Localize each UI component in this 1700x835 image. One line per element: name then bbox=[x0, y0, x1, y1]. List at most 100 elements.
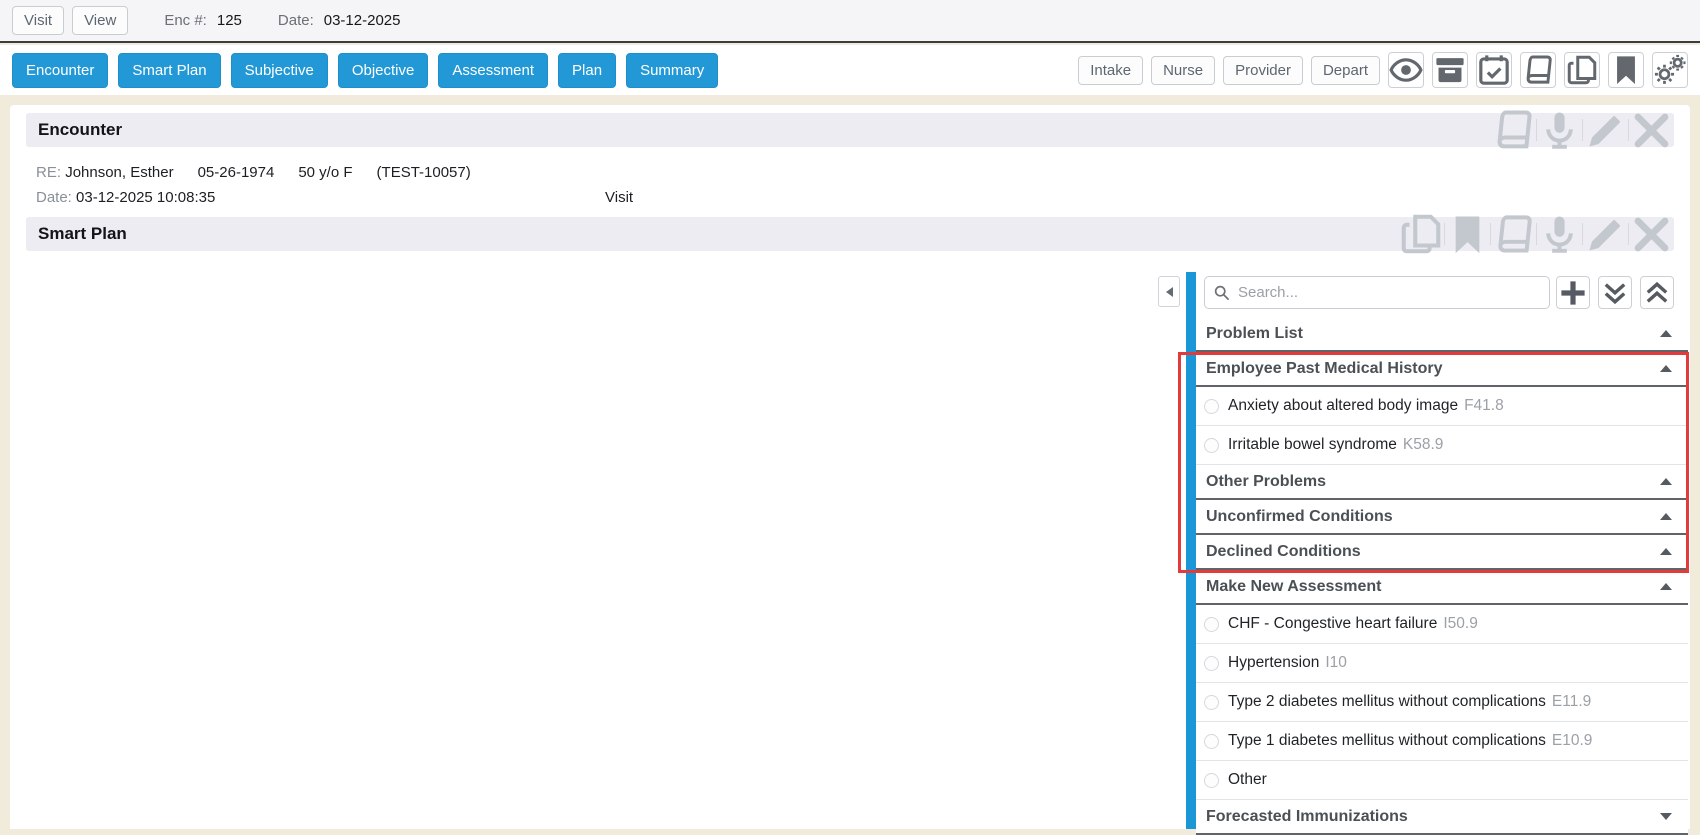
group-label: Unconfirmed Conditions bbox=[1206, 508, 1393, 526]
chevrons-down-icon bbox=[1599, 277, 1631, 309]
item-text: CHF - Congestive heart failure bbox=[1228, 615, 1437, 633]
gears-icon bbox=[1653, 53, 1687, 87]
nav-tabs: Encounter Smart Plan Subjective Objective As… bbox=[12, 53, 718, 88]
item-radio[interactable] bbox=[1204, 734, 1219, 749]
list-item-hypertension[interactable]: Hypertension I10 bbox=[1196, 644, 1688, 683]
nav-bar: Encounter Smart Plan Subjective Objective As… bbox=[0, 45, 1700, 95]
tab-subjective[interactable]: Subjective bbox=[231, 53, 328, 88]
copy-icon bbox=[1398, 211, 1444, 257]
item-radio[interactable] bbox=[1204, 399, 1219, 414]
book-button[interactable] bbox=[1520, 52, 1556, 88]
mic-icon bbox=[1537, 108, 1582, 153]
encounter-section-bar: Encounter bbox=[26, 113, 1674, 147]
close-action[interactable] bbox=[1628, 119, 1674, 141]
item-radio[interactable] bbox=[1204, 773, 1219, 788]
list-item-anxiety-about-altered-body-image[interactable]: Anxiety about altered body imageF41.8 bbox=[1196, 387, 1688, 426]
nurse-button[interactable]: Nurse bbox=[1151, 56, 1215, 85]
patient-line-2: Date: 03-12-2025 10:08:35 bbox=[36, 185, 1674, 210]
panel-collapse-button[interactable] bbox=[1158, 276, 1180, 307]
add-button[interactable] bbox=[1556, 276, 1590, 309]
visit-type-text: Visit bbox=[605, 185, 633, 210]
list-item-other[interactable]: Other bbox=[1196, 761, 1688, 800]
book-icon bbox=[1491, 212, 1536, 257]
item-radio[interactable] bbox=[1204, 695, 1219, 710]
item-radio[interactable] bbox=[1204, 617, 1219, 632]
accordion-group-list: Problem List Employee Past Medical Histor… bbox=[1196, 317, 1688, 835]
book-icon bbox=[1521, 53, 1555, 87]
visit-button[interactable]: Visit bbox=[12, 6, 64, 35]
book-action[interactable] bbox=[1490, 223, 1536, 245]
tab-plan[interactable]: Plan bbox=[558, 53, 616, 88]
patient-id: (TEST-10057) bbox=[377, 160, 471, 185]
smart-plan-section-title: Smart Plan bbox=[38, 224, 127, 244]
tab-objective[interactable]: Objective bbox=[338, 53, 429, 88]
group-header-declined-conditions[interactable]: Declined Conditions bbox=[1196, 535, 1688, 570]
triangle-up-icon bbox=[1660, 583, 1672, 590]
gears-button[interactable] bbox=[1652, 52, 1688, 88]
close-action[interactable] bbox=[1628, 223, 1674, 245]
enc-date-label: Date: bbox=[278, 12, 314, 29]
nav-icon-buttons bbox=[1388, 52, 1688, 88]
tab-encounter[interactable]: Encounter bbox=[12, 53, 108, 88]
group-header-problem-list[interactable]: Problem List bbox=[1196, 317, 1688, 352]
nav-right-group: Intake Nurse Provider Depart bbox=[1078, 52, 1688, 88]
search-icon bbox=[1213, 284, 1230, 301]
item-text: Hypertension bbox=[1228, 654, 1319, 672]
view-button[interactable]: View bbox=[72, 6, 128, 35]
patient-info: RE: Johnson, Esther 05-26-1974 50 y/o F … bbox=[36, 160, 1674, 210]
group-header-employee-past-medical-history[interactable]: Employee Past Medical History bbox=[1196, 352, 1688, 387]
pencil-action[interactable] bbox=[1582, 223, 1628, 245]
re-label: RE: bbox=[36, 164, 61, 181]
list-item-chf-congestive-heart-failure[interactable]: CHF - Congestive heart failureI50.9 bbox=[1196, 605, 1688, 644]
mic-action[interactable] bbox=[1536, 119, 1582, 141]
book-action[interactable] bbox=[1490, 119, 1536, 141]
mic-action[interactable] bbox=[1536, 223, 1582, 245]
tab-assessment[interactable]: Assessment bbox=[438, 53, 548, 88]
item-code: E11.9 bbox=[1552, 693, 1591, 711]
group-label: Forecasted Immunizations bbox=[1206, 808, 1408, 826]
tab-summary[interactable]: Summary bbox=[626, 53, 718, 88]
patient-name: Johnson, Esther bbox=[65, 164, 173, 181]
patient-birth-date: 05-26-1974 bbox=[198, 160, 275, 185]
group-label: Employee Past Medical History bbox=[1206, 360, 1443, 378]
encounter-date-label: Date: bbox=[36, 189, 72, 206]
search-input[interactable] bbox=[1204, 276, 1550, 309]
copy-icon bbox=[1565, 53, 1599, 87]
pencil-icon bbox=[1583, 212, 1628, 257]
depart-button[interactable]: Depart bbox=[1311, 56, 1380, 85]
list-item-type-1-diabetes-mellitus-without-complications[interactable]: Type 1 diabetes mellitus without complic… bbox=[1196, 722, 1688, 761]
group-header-make-new-assessment[interactable]: Make New Assessment bbox=[1196, 570, 1688, 605]
calendar-check-button[interactable] bbox=[1476, 52, 1512, 88]
enc-date-value: 03-12-2025 bbox=[324, 12, 401, 29]
archive-icon bbox=[1433, 53, 1467, 87]
group-header-other-problems[interactable]: Other Problems bbox=[1196, 465, 1688, 500]
collapse-all-button[interactable] bbox=[1640, 276, 1674, 309]
bookmark-icon bbox=[1445, 212, 1490, 257]
eye-button[interactable] bbox=[1388, 52, 1424, 88]
copy-button[interactable] bbox=[1564, 52, 1600, 88]
group-header-forecasted-immunizations[interactable]: Forecasted Immunizations bbox=[1196, 800, 1688, 835]
triangle-left-icon bbox=[1166, 287, 1173, 297]
main-panel: Encounter RE: Johnson, Esther 05-26-1974… bbox=[10, 105, 1690, 829]
list-item-irritable-bowel-syndrome[interactable]: Irritable bowel syndromeK58.9 bbox=[1196, 426, 1688, 465]
item-radio[interactable] bbox=[1204, 438, 1219, 453]
item-radio[interactable] bbox=[1204, 656, 1219, 671]
archive-button[interactable] bbox=[1432, 52, 1468, 88]
group-header-unconfirmed-conditions[interactable]: Unconfirmed Conditions bbox=[1196, 500, 1688, 535]
intake-button[interactable]: Intake bbox=[1078, 56, 1143, 85]
smart-plan-section-bar: Smart Plan bbox=[26, 217, 1674, 251]
group-label: Make New Assessment bbox=[1206, 578, 1382, 596]
item-code: I10 bbox=[1325, 654, 1347, 672]
panel-blue-stripe bbox=[1186, 272, 1196, 829]
pencil-action[interactable] bbox=[1582, 119, 1628, 141]
plus-icon bbox=[1557, 277, 1589, 309]
expand-all-button[interactable] bbox=[1598, 276, 1632, 309]
tab-smart-plan[interactable]: Smart Plan bbox=[118, 53, 220, 88]
book-icon bbox=[1490, 107, 1536, 153]
provider-button[interactable]: Provider bbox=[1223, 56, 1303, 85]
list-item-type-2-diabetes-mellitus-without-complications[interactable]: Type 2 diabetes mellitus without complic… bbox=[1196, 683, 1688, 722]
bookmark-button[interactable] bbox=[1608, 52, 1644, 88]
bookmark-action[interactable] bbox=[1444, 223, 1490, 245]
pencil-icon bbox=[1583, 108, 1628, 153]
copy-action[interactable] bbox=[1398, 223, 1444, 245]
